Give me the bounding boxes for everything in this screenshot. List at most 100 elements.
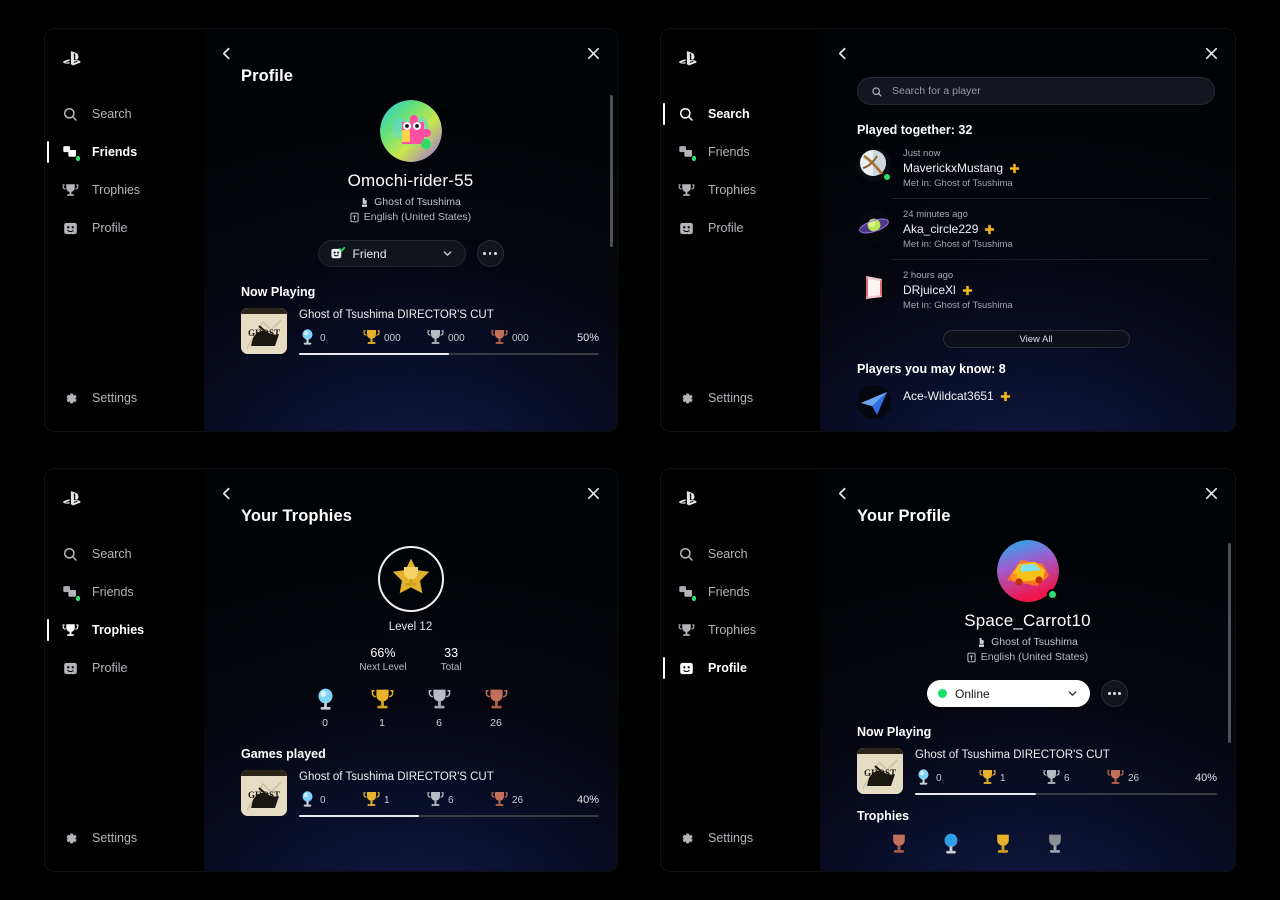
gold-count: 000 bbox=[384, 333, 401, 344]
silver-trophy-icon bbox=[1044, 832, 1066, 856]
completion-percent: 50% bbox=[576, 332, 599, 344]
online-status-dropdown[interactable]: Online bbox=[927, 680, 1090, 707]
platinum-count: 0 bbox=[320, 333, 326, 344]
level-progress-ring bbox=[377, 546, 444, 612]
sidebar-item-settings[interactable]: Settings bbox=[45, 379, 204, 417]
now-playing-game-row[interactable]: GHOST Ghost of Tsushima DIRECTOR'S CUT 0… bbox=[820, 748, 1235, 795]
sidebar-item-search[interactable]: Search bbox=[661, 535, 820, 573]
sidebar-item-profile[interactable]: Profile bbox=[45, 649, 204, 687]
sidebar-item-friends[interactable]: Friends bbox=[661, 133, 820, 171]
game-title: Ghost of Tsushima DIRECTOR'S CUT bbox=[299, 309, 494, 321]
close-icon[interactable] bbox=[1199, 481, 1223, 505]
trophy-icon bbox=[62, 182, 79, 199]
gold-trophy-icon bbox=[371, 687, 394, 713]
platinum-trophy-stat: 0 bbox=[299, 790, 363, 809]
bronze-trophy-stat: 26 bbox=[491, 790, 555, 809]
ps-plus-badge-icon bbox=[984, 224, 995, 235]
progress-fill bbox=[299, 815, 419, 817]
now-playing-game-row[interactable]: GHOST Ghost of Tsushima DIRECTOR'S CUT 0… bbox=[204, 308, 617, 355]
trophies-preview-row[interactable] bbox=[820, 832, 1235, 856]
bronze-trophy-stat: 26 bbox=[485, 687, 508, 729]
sidebar-item-trophies[interactable]: Trophies bbox=[661, 611, 820, 649]
list-item[interactable]: Just now MaverickxMustang Met in: Ghost … bbox=[857, 137, 1215, 198]
profile-actions: Friend bbox=[317, 240, 504, 267]
profile-icon bbox=[678, 660, 695, 677]
player-met-in: Met in: Ghost of Tsushima bbox=[903, 300, 1013, 311]
avatar bbox=[857, 209, 891, 243]
progress-fill bbox=[915, 793, 1036, 795]
silver-count: 6 bbox=[1064, 773, 1070, 784]
sidebar-item-profile[interactable]: Profile bbox=[45, 209, 204, 247]
panel-content: Your Profile Space_Carrot10 Ghost of Tsu… bbox=[820, 469, 1235, 871]
sidebar-item-trophies[interactable]: Trophies bbox=[661, 171, 820, 209]
search-icon bbox=[62, 546, 79, 563]
silver-trophy-icon bbox=[427, 328, 444, 347]
playstation-logo bbox=[61, 49, 87, 69]
sidebar-item-search[interactable]: Search bbox=[45, 95, 204, 133]
sidebar-item-label: Profile bbox=[708, 661, 747, 675]
avatar bbox=[857, 148, 891, 182]
back-button[interactable] bbox=[830, 481, 854, 505]
gold-trophy-icon bbox=[363, 790, 380, 809]
profile-game-line: Ghost of Tsushima bbox=[360, 196, 461, 208]
list-item[interactable]: 24 minutes ago Aka_circle229 Met in: Gho… bbox=[857, 198, 1215, 259]
friend-status-dropdown[interactable]: Friend bbox=[317, 240, 466, 267]
more-options-button[interactable] bbox=[476, 240, 504, 267]
sidebar-item-friends[interactable]: Friends bbox=[661, 573, 820, 611]
sidebar-item-search[interactable]: Search bbox=[45, 535, 204, 573]
back-button[interactable] bbox=[214, 481, 238, 505]
puzzle-character-avatar bbox=[379, 100, 442, 162]
game-info: Ghost of Tsushima DIRECTOR'S CUT 0 000 0… bbox=[299, 308, 599, 355]
games-played-row[interactable]: GHOST Ghost of Tsushima DIRECTOR'S CUT 0… bbox=[204, 770, 617, 817]
back-button[interactable] bbox=[214, 41, 238, 65]
now-playing-heading: Now Playing bbox=[241, 285, 316, 299]
silver-trophy-stat: 000 bbox=[427, 328, 491, 347]
sidebar-item-trophies[interactable]: Trophies bbox=[45, 171, 204, 209]
sidebar-item-friends[interactable]: Friends bbox=[45, 133, 204, 171]
sidebar-item-label: Profile bbox=[92, 661, 128, 675]
sidebar-item-settings[interactable]: Settings bbox=[661, 819, 820, 857]
view-all-button[interactable]: View All bbox=[942, 330, 1130, 348]
online-status-label: Online bbox=[955, 686, 990, 701]
sidebar: Search Friends Trophies Profile Settings bbox=[661, 29, 820, 431]
close-icon[interactable] bbox=[1199, 41, 1223, 65]
level-stats: 66% Next Level 33 Total bbox=[359, 646, 461, 673]
playstation-logo bbox=[61, 489, 87, 509]
game-controller-icon bbox=[977, 637, 986, 648]
close-icon[interactable] bbox=[581, 41, 605, 65]
sidebar-item-search[interactable]: Search bbox=[661, 95, 820, 133]
close-icon[interactable] bbox=[581, 481, 605, 505]
total-trophies-stat: 33 Total bbox=[441, 646, 462, 673]
sidebar-item-trophies[interactable]: Trophies bbox=[45, 611, 204, 649]
list-item[interactable]: 2 hours ago DRjuiceXl Met in: Ghost of T… bbox=[857, 259, 1215, 320]
more-options-button[interactable] bbox=[1101, 680, 1128, 707]
bronze-trophy-stat: 26 bbox=[1107, 768, 1171, 787]
list-item[interactable]: Ace-Wildcat3651 bbox=[857, 376, 1215, 428]
gold-trophy-stat: 000 bbox=[363, 328, 427, 347]
player-name-row: MaverickxMustang bbox=[903, 161, 1215, 175]
player-name: Aka_circle229 bbox=[903, 222, 979, 236]
search-player-box[interactable] bbox=[857, 77, 1215, 105]
sidebar-item-settings[interactable]: Settings bbox=[45, 819, 204, 857]
sidebar: Search Friends Trophies Profile Settings bbox=[45, 469, 204, 871]
silver-trophy-stat: 6 bbox=[427, 790, 491, 809]
ps-plus-badge-icon bbox=[1000, 391, 1011, 402]
scrollbar-thumb[interactable] bbox=[610, 95, 613, 247]
sidebar-item-profile[interactable]: Profile bbox=[661, 649, 820, 687]
profile-header: Omochi-rider-55 Ghost of Tsushima Englis… bbox=[204, 100, 617, 267]
sidebar-item-friends[interactable]: Friends bbox=[45, 573, 204, 611]
avatar[interactable] bbox=[379, 100, 442, 162]
sidebar-item-profile[interactable]: Profile bbox=[661, 209, 820, 247]
silver-trophy-stat: 6 bbox=[428, 687, 451, 729]
online-indicator bbox=[690, 155, 697, 162]
bronze-count: 26 bbox=[1128, 773, 1140, 784]
search-input[interactable] bbox=[892, 85, 1201, 97]
scrollbar-thumb[interactable] bbox=[1228, 543, 1231, 743]
avatar[interactable] bbox=[996, 540, 1059, 602]
blue-paper-plane-avatar bbox=[857, 385, 891, 419]
back-button[interactable] bbox=[830, 41, 854, 65]
sidebar-item-settings[interactable]: Settings bbox=[661, 379, 820, 417]
game-controller-icon bbox=[360, 197, 369, 208]
sidebar-item-label: Settings bbox=[92, 391, 138, 405]
friends-icon bbox=[678, 584, 697, 602]
